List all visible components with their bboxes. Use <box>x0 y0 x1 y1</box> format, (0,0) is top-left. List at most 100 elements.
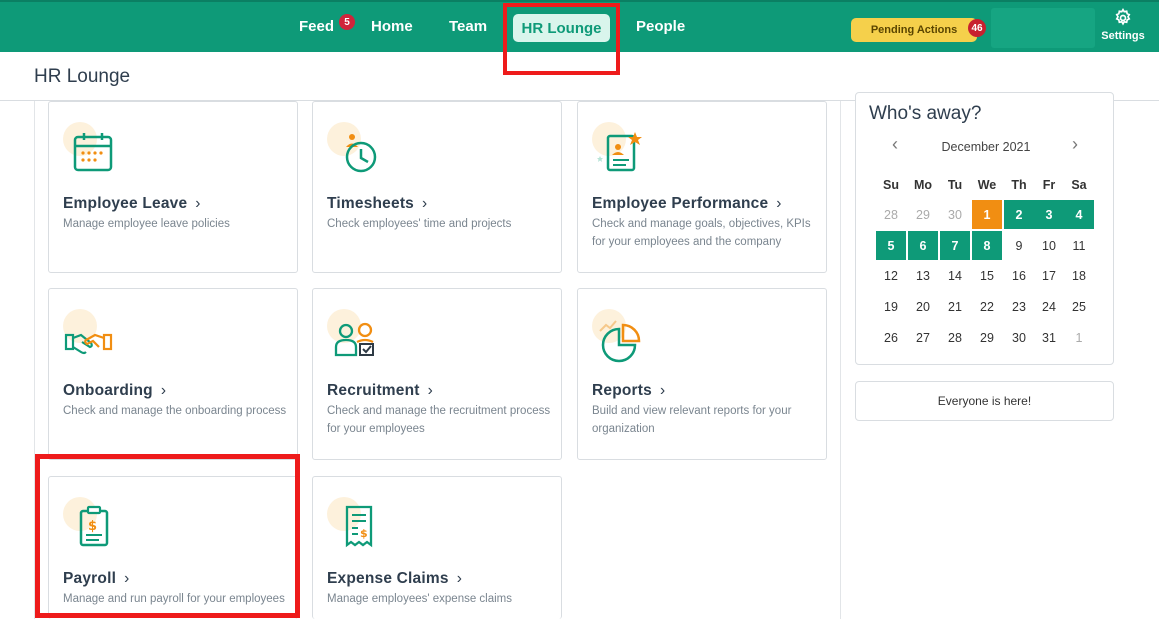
card-description: Check and manage goals, objectives, KPIs… <box>592 218 811 248</box>
calendar-day[interactable]: 25 <box>1064 292 1094 321</box>
card-description: Manage employees' expense claims <box>327 593 513 605</box>
calendar-day[interactable]: 5 <box>876 231 906 260</box>
calendar-day[interactable]: 2 <box>1004 200 1034 229</box>
calendar-day[interactable]: 18 <box>1064 261 1094 290</box>
whos-away-calendar: Who's away? ‹ December 2021 › Su Mo Tu We Th… <box>855 92 1114 365</box>
calendar-day[interactable]: 20 <box>908 292 938 321</box>
nav-people[interactable]: People <box>636 18 685 35</box>
card-employee-leave[interactable]: Employee Leave › Manage employee leave po… <box>48 101 298 273</box>
receipt-icon: $ <box>345 505 373 548</box>
weekday-label: Sa <box>1071 178 1087 192</box>
calendar-day[interactable]: 14 <box>940 261 970 290</box>
calendar-day[interactable]: 21 <box>940 292 970 321</box>
calendar-day[interactable]: 3 <box>1034 200 1064 229</box>
clock-person-icon <box>345 134 377 173</box>
chevron-right-icon: › <box>124 570 130 587</box>
calendar-day[interactable]: 22 <box>972 292 1002 321</box>
nav-feed[interactable]: Feed <box>299 18 334 35</box>
chevron-right-icon: › <box>659 382 666 399</box>
card-payroll[interactable]: $ Payroll › Manage and run payroll for yo… <box>48 476 298 619</box>
pie-chart-icon <box>599 320 641 363</box>
everyone-here-status: Everyone is here! <box>855 381 1114 421</box>
calendar-day[interactable]: 13 <box>908 261 938 290</box>
chevron-right-icon[interactable]: › <box>1066 134 1084 154</box>
card-expense-claims[interactable]: $ Expense Claims › Manage employees' expe… <box>312 476 562 619</box>
weekday-label: We <box>977 178 997 192</box>
chevron-left-icon[interactable]: ‹ <box>886 134 904 154</box>
calendar-day[interactable]: 1 <box>1064 323 1094 352</box>
weekday-label: Su <box>883 178 899 192</box>
weekday-label: Th <box>1011 178 1027 192</box>
feed-notification-badge: 5 <box>339 14 355 30</box>
chevron-right-icon: › <box>456 570 463 587</box>
card-title: Recruitment <box>327 382 420 399</box>
calendar-day[interactable]: 8 <box>972 231 1002 260</box>
top-navigation-bar: Feed 5 Home Team HR Lounge People Pendin… <box>0 0 1159 52</box>
calendar-day[interactable]: 24 <box>1034 292 1064 321</box>
performance-star-icon <box>597 132 642 172</box>
chevron-right-icon: › <box>422 195 428 212</box>
card-title: Expense Claims <box>327 570 449 587</box>
calendar-icon <box>73 133 113 172</box>
calendar-day[interactable]: 30 <box>1004 323 1034 352</box>
card-title: Timesheets <box>327 195 415 212</box>
pending-actions-badge: 46 <box>968 19 986 37</box>
calendar-day[interactable]: 1 <box>972 200 1002 229</box>
card-title: Reports <box>592 382 652 399</box>
card-title: Employee Leave <box>63 195 188 212</box>
card-description: Manage and run payroll for your employee… <box>63 593 285 605</box>
card-description: Check employees' time and projects <box>327 218 512 230</box>
svg-text:$: $ <box>88 519 97 534</box>
weekday-label: Mo <box>913 178 933 192</box>
nav-home[interactable]: Home <box>371 18 413 35</box>
calendar-day[interactable]: 4 <box>1064 200 1094 229</box>
calendar-day[interactable]: 27 <box>908 323 938 352</box>
card-timesheets[interactable]: Timesheets › Check employees' time and pr… <box>312 101 562 273</box>
calendar-day[interactable]: 17 <box>1034 261 1064 290</box>
card-description: Check and manage the onboarding process <box>63 405 287 417</box>
card-recruitment[interactable]: Recruitment › Check and manage the recrui… <box>312 288 562 460</box>
calendar-day[interactable]: 6 <box>908 231 938 260</box>
card-title: Payroll <box>63 570 117 587</box>
page-title: HR Lounge <box>34 66 131 87</box>
weekday-label: Fr <box>1042 178 1056 192</box>
calendar-day[interactable]: 26 <box>876 323 906 352</box>
nav-hr-lounge[interactable]: HR Lounge <box>513 14 610 42</box>
calendar-day[interactable]: 28 <box>876 200 906 229</box>
calendar-day[interactable]: 11 <box>1064 231 1094 260</box>
profile-area[interactable] <box>991 8 1095 48</box>
card-title: Employee Performance <box>592 195 769 212</box>
calendar-day[interactable]: 29 <box>972 323 1002 352</box>
card-employee-performance[interactable]: Employee Performance › Check and manage g… <box>577 101 827 273</box>
calendar-month: December 2021 <box>941 140 1031 154</box>
weekday-label: Tu <box>947 178 963 192</box>
chevron-right-icon: › <box>776 195 782 212</box>
calendar-day[interactable]: 9 <box>1004 231 1034 260</box>
calendar-day[interactable]: 31 <box>1034 323 1064 352</box>
calendar-title: Who's away? <box>869 103 982 124</box>
recruitment-people-icon <box>334 322 374 357</box>
calendar-day[interactable]: 10 <box>1034 231 1064 260</box>
calendar-day[interactable]: 7 <box>940 231 970 260</box>
settings-label: Settings <box>1101 30 1145 42</box>
card-description: Check and manage the recruitment process… <box>327 405 551 435</box>
handshake-icon <box>64 333 113 355</box>
card-reports[interactable]: Reports › Build and view relevant reports… <box>577 288 827 460</box>
calendar-day[interactable]: 23 <box>1004 292 1034 321</box>
nav-team[interactable]: Team <box>449 18 487 35</box>
settings-button[interactable]: Settings <box>1099 8 1147 42</box>
calendar-day[interactable]: 16 <box>1004 261 1034 290</box>
chevron-right-icon: › <box>195 195 201 212</box>
calendar-day[interactable]: 30 <box>940 200 970 229</box>
svg-text:$: $ <box>360 527 368 540</box>
pending-actions-button[interactable]: Pending Actions <box>851 18 977 42</box>
calendar-day[interactable]: 28 <box>940 323 970 352</box>
card-onboarding[interactable]: Onboarding › Check and manage the onboard… <box>48 288 298 460</box>
card-description: Build and view relevant reports for your… <box>592 405 792 435</box>
chevron-right-icon: › <box>427 382 434 399</box>
calendar-day[interactable]: 19 <box>876 292 906 321</box>
gear-icon <box>1115 8 1131 26</box>
calendar-day[interactable]: 12 <box>876 261 906 290</box>
calendar-day[interactable]: 29 <box>908 200 938 229</box>
calendar-day[interactable]: 15 <box>972 261 1002 290</box>
